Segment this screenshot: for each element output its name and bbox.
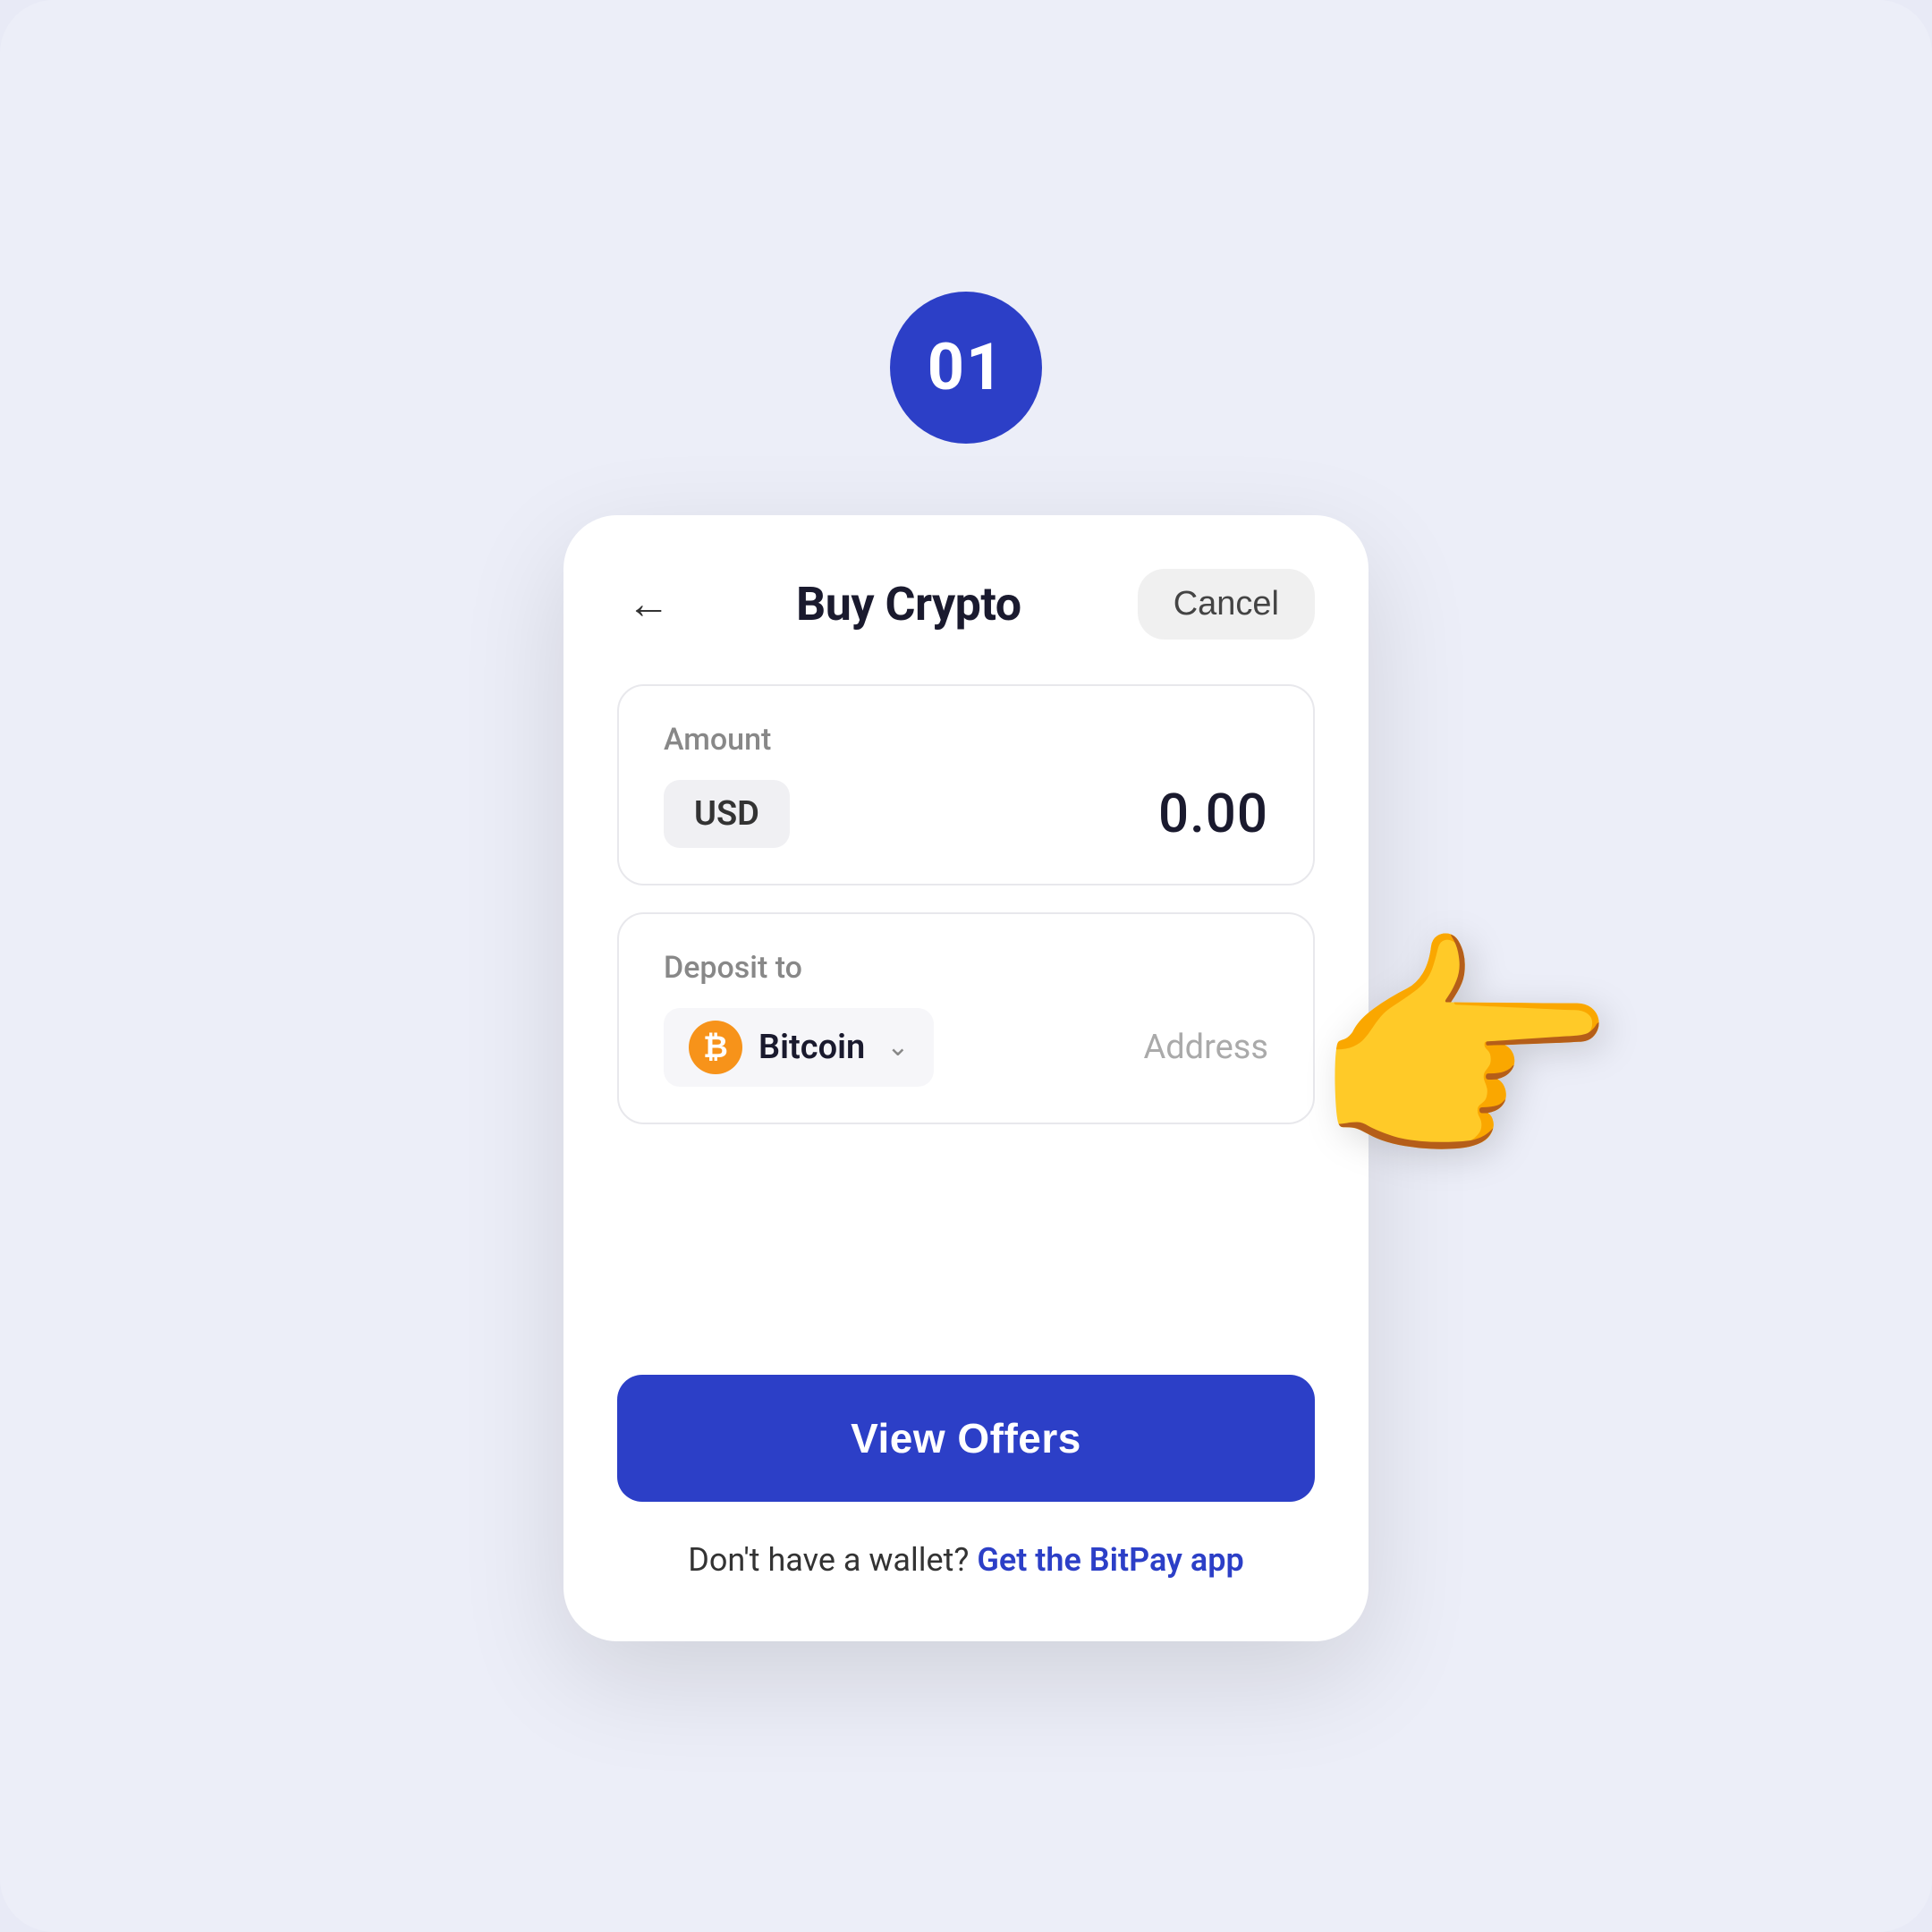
chevron-down-icon: ⌄ <box>886 1031 909 1063</box>
step-number: 01 <box>928 329 1005 405</box>
back-icon: ← <box>627 582 670 625</box>
bitcoin-icon: ₿ <box>689 1021 742 1074</box>
phone-card: ← Buy Crypto Cancel Amount USD 0.00 Depo… <box>564 515 1368 1641</box>
amount-label: Amount <box>664 722 1268 758</box>
page-title: Buy Crypto <box>796 577 1021 631</box>
bitcoin-label: Bitcoin <box>758 1028 865 1067</box>
page-container: 01 ← Buy Crypto Cancel Amount USD 0.00 <box>0 0 1932 1932</box>
footer-text: Don't have a wallet? Get the BitPay app <box>617 1541 1315 1579</box>
step-badge: 01 <box>890 292 1042 444</box>
bitcoin-selector[interactable]: ₿ Bitcoin ⌄ <box>664 1008 934 1087</box>
phone-wrapper: ← Buy Crypto Cancel Amount USD 0.00 Depo… <box>564 515 1368 1641</box>
address-placeholder[interactable]: Address <box>1143 1028 1268 1067</box>
footer-static: Don't have a wallet? <box>688 1541 969 1579</box>
deposit-card: Deposit to ₿ Bitcoin ⌄ Address <box>617 912 1315 1124</box>
footer-link[interactable]: Get the BitPay app <box>977 1541 1243 1579</box>
back-button[interactable]: ← <box>617 572 680 635</box>
content-spacer <box>617 1196 1315 1375</box>
amount-value[interactable]: 0.00 <box>1158 782 1268 845</box>
bitcoin-symbol: ₿ <box>703 1030 728 1065</box>
amount-card: Amount USD 0.00 <box>617 684 1315 886</box>
deposit-label: Deposit to <box>664 950 1268 986</box>
view-offers-button[interactable]: View Offers <box>617 1375 1315 1502</box>
deposit-row: ₿ Bitcoin ⌄ Address <box>664 1008 1268 1087</box>
currency-badge[interactable]: USD <box>664 780 790 848</box>
phone-header: ← Buy Crypto Cancel <box>617 569 1315 640</box>
cancel-button[interactable]: Cancel <box>1138 569 1315 640</box>
amount-row: USD 0.00 <box>664 780 1268 848</box>
